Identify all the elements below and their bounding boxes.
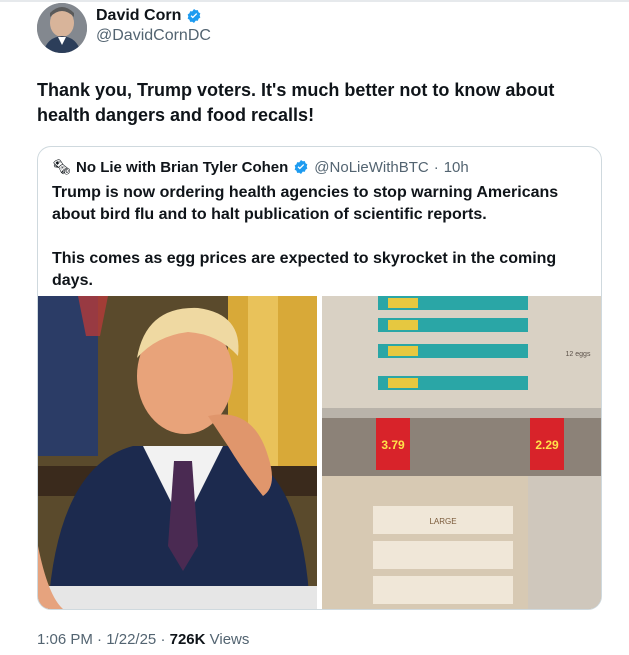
quote-paragraph-2: This comes as egg prices are expected to… — [52, 250, 557, 289]
carton-count-label: 12 eggs — [566, 351, 591, 358]
author-handle[interactable]: @DavidCornDC — [96, 27, 211, 45]
quote-time[interactable]: 10h — [444, 159, 469, 176]
quote-media[interactable]: 3.79 2.29 LARGE 12 eggs — [38, 296, 601, 609]
tweet-time[interactable]: 1:06 PM — [37, 631, 93, 648]
top-divider — [0, 0, 629, 2]
price-tag-1: 3.79 — [381, 438, 405, 452]
media-gap — [317, 296, 322, 609]
views-label: Views — [209, 631, 250, 648]
photo-egg-shelves: 3.79 2.29 LARGE 12 eggs — [322, 296, 601, 609]
quoted-tweet-card[interactable]: 🗞 No Lie with Brian Tyler Cohen @NoLieWi… — [37, 146, 602, 610]
media-images: 3.79 2.29 LARGE 12 eggs — [38, 296, 601, 609]
meta-separator: · — [97, 631, 103, 648]
tweet-text: Thank you, Trump voters. It's much bette… — [37, 80, 555, 125]
quote-separator: · — [433, 158, 439, 176]
verified-badge-icon — [294, 160, 308, 174]
price-tag-2: 2.29 — [535, 438, 559, 452]
author-name[interactable]: David Corn — [96, 7, 181, 25]
person-avatar-icon — [37, 3, 87, 53]
carton-label: LARGE — [429, 517, 456, 526]
tweet-date[interactable]: 1/22/25 — [106, 631, 156, 648]
photo-man-in-suit — [38, 296, 317, 609]
author-name-row: David Corn — [96, 7, 202, 25]
views-count: 726K — [169, 631, 206, 648]
quote-header: 🗞 No Lie with Brian Tyler Cohen @NoLieWi… — [52, 158, 469, 177]
meta-separator: · — [160, 631, 166, 648]
author-avatar[interactable] — [37, 3, 87, 53]
verified-badge-icon — [188, 9, 201, 23]
quote-author-name[interactable]: No Lie with Brian Tyler Cohen — [76, 159, 288, 176]
quote-author-handle[interactable]: @NoLieWithBTC — [314, 159, 428, 176]
tweet-meta: 1:06 PM · 1/22/25 · 726K Views — [37, 631, 249, 648]
quote-text: Trump is now ordering health agencies to… — [52, 182, 587, 292]
quote-paragraph-1: Trump is now ordering health agencies to… — [52, 184, 559, 223]
quote-emoji-icon: 🗞 — [52, 159, 72, 176]
